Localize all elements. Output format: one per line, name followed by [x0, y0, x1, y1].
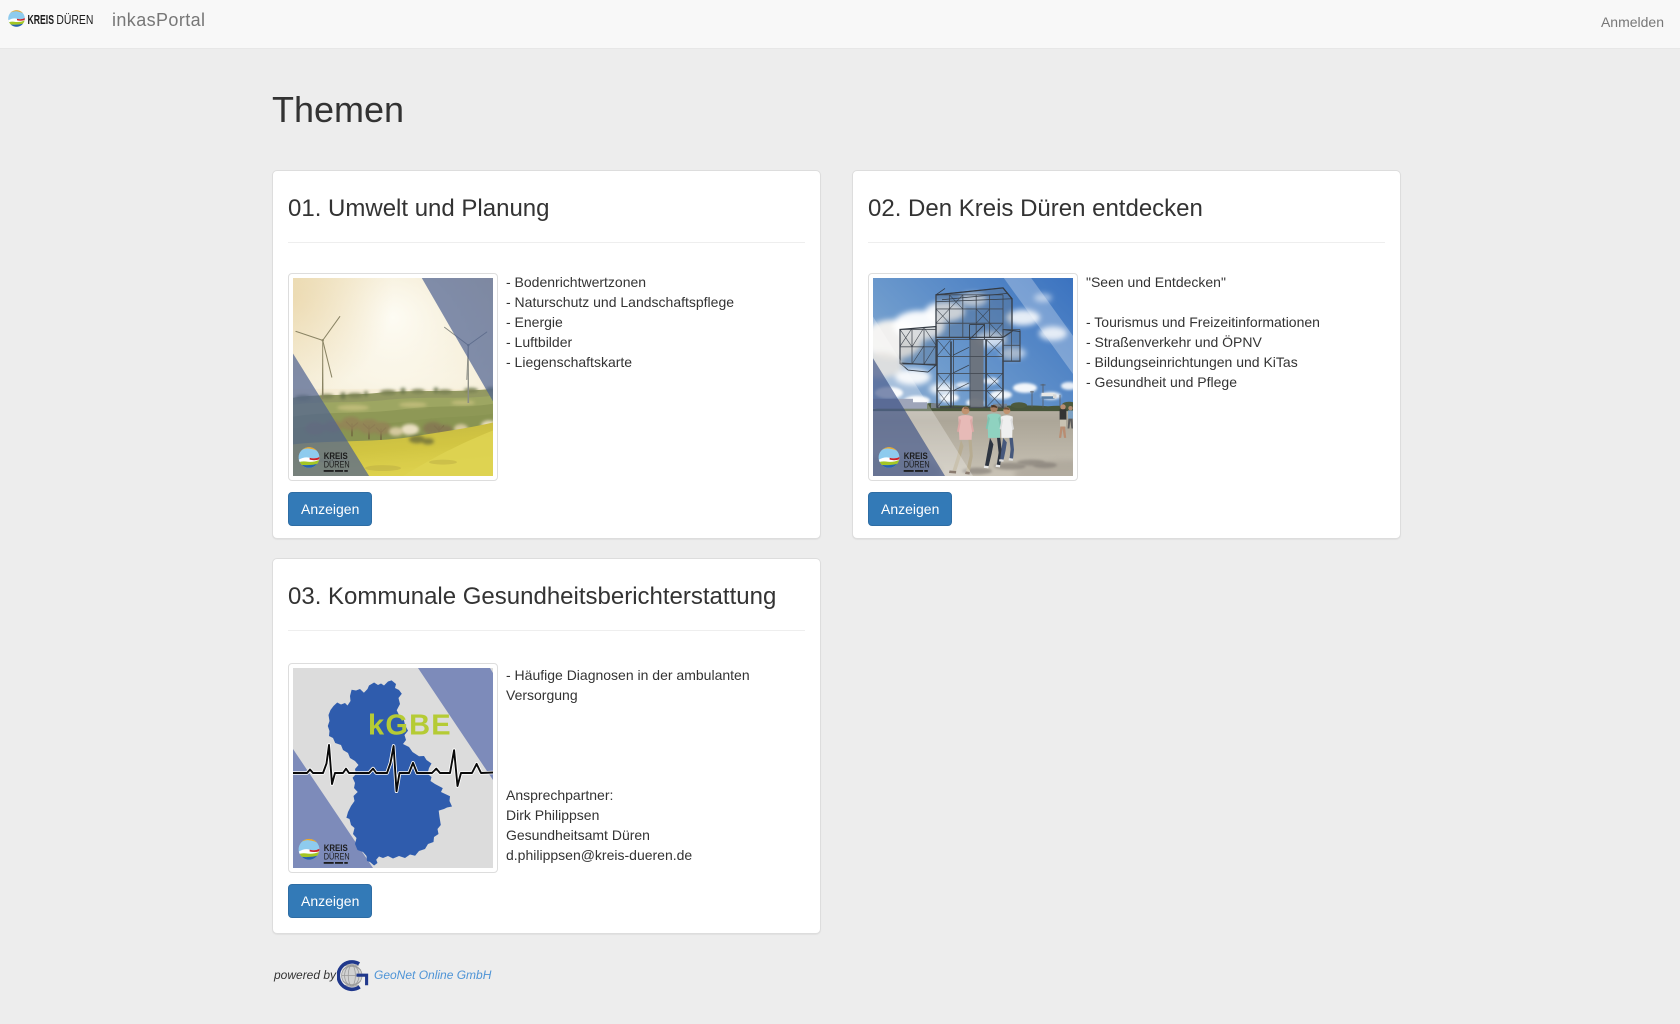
svg-text:DÜREN: DÜREN [324, 460, 350, 471]
svg-text:KREIS: KREIS [28, 12, 55, 27]
svg-text:DÜREN: DÜREN [56, 12, 93, 27]
svg-text:DÜREN: DÜREN [324, 852, 350, 863]
svg-text:DÜREN: DÜREN [904, 460, 930, 471]
svg-text:kGBE: kGBE [368, 710, 452, 742]
